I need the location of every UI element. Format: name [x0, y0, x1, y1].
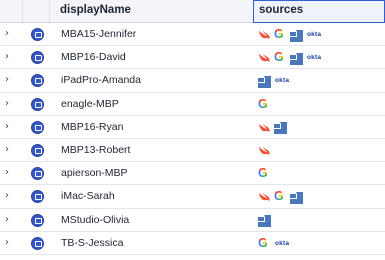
- device-icon: [31, 236, 44, 250]
- device-name[interactable]: MBP16-Ryan: [61, 121, 123, 133]
- grid-body: › MBA15-Jennifer Gokta › MBP16-David Gokta › iP…: [0, 23, 385, 255]
- column-header-displayname[interactable]: displayName: [60, 4, 131, 16]
- device-name[interactable]: MBP13-Robert: [61, 144, 130, 156]
- table-row[interactable]: › apierson-MBP G: [0, 162, 385, 186]
- swift-icon: [258, 28, 271, 41]
- jamf-icon: [258, 75, 271, 88]
- google-icon: G: [274, 189, 284, 204]
- jamf-icon: [290, 29, 303, 42]
- chevron-right-icon[interactable]: ›: [5, 74, 9, 85]
- device-icon: [31, 51, 44, 65]
- column-header-sources[interactable]: sources: [253, 0, 385, 23]
- jamf-icon: [258, 214, 271, 227]
- table-row[interactable]: › MStudio-Olivia: [0, 208, 385, 232]
- grid-header: displayName sources: [0, 0, 385, 23]
- device-icon: [31, 120, 44, 134]
- swift-icon: [258, 121, 271, 134]
- chevron-right-icon[interactable]: ›: [5, 98, 9, 109]
- device-icon: [31, 74, 44, 88]
- device-name[interactable]: MBP16-David: [61, 51, 126, 63]
- table-row[interactable]: › TB-S-Jessica Gokta: [0, 231, 385, 255]
- table-row[interactable]: › MBA15-Jennifer Gokta: [0, 23, 385, 47]
- chevron-right-icon[interactable]: ›: [5, 190, 9, 201]
- okta-logo: okta: [307, 54, 322, 62]
- okta-logo: okta: [307, 31, 322, 38]
- device-name[interactable]: TB-S-Jessica: [61, 237, 123, 249]
- chevron-right-icon[interactable]: ›: [5, 51, 9, 62]
- device-icon: [31, 28, 44, 41]
- column-divider[interactable]: [22, 0, 23, 22]
- table-row[interactable]: › MBP16-Ryan: [0, 115, 385, 139]
- table-row[interactable]: › enagle-MBP G: [0, 92, 385, 116]
- column-divider[interactable]: [49, 0, 50, 22]
- google-icon: G: [258, 235, 268, 250]
- device-name[interactable]: enagle-MBP: [61, 98, 119, 110]
- source-icons: G: [258, 189, 303, 204]
- device-name[interactable]: iPadPro-Amanda: [61, 74, 141, 86]
- device-icon: [31, 213, 44, 227]
- device-icon: [31, 143, 44, 157]
- source-icons: [258, 144, 271, 157]
- okta-logo: okta: [275, 77, 290, 85]
- device-grid: displayName sources › MBA15-Jennifer Gokta…: [0, 0, 385, 260]
- source-icons: G: [258, 166, 271, 181]
- device-name[interactable]: MBA15-Jennifer: [61, 28, 136, 40]
- source-icons: Gokta: [258, 27, 322, 42]
- source-icons: G: [258, 96, 271, 111]
- device-name[interactable]: MStudio-Olivia: [61, 214, 129, 226]
- jamf-icon: [290, 191, 303, 204]
- source-icons: okta: [258, 74, 290, 88]
- chevron-right-icon[interactable]: ›: [5, 237, 9, 248]
- column-header-sources-label: sources: [259, 4, 304, 16]
- chevron-right-icon[interactable]: ›: [5, 28, 9, 39]
- device-icon: [31, 190, 44, 204]
- swift-icon: [258, 51, 271, 64]
- chevron-right-icon[interactable]: ›: [5, 167, 9, 178]
- google-icon: G: [274, 27, 284, 41]
- jamf-icon: [290, 52, 303, 65]
- chevron-right-icon[interactable]: ›: [5, 121, 9, 132]
- device-name[interactable]: apierson-MBP: [61, 167, 128, 179]
- source-icons: Gokta: [258, 235, 290, 250]
- device-icon: [31, 97, 44, 111]
- device-name[interactable]: iMac-Sarah: [61, 190, 115, 202]
- jamf-icon: [274, 121, 287, 135]
- chevron-right-icon[interactable]: ›: [5, 144, 9, 155]
- google-icon: G: [258, 96, 268, 111]
- swift-icon: [258, 144, 271, 157]
- table-row[interactable]: › MBP16-David Gokta: [0, 46, 385, 70]
- source-icons: [258, 121, 287, 135]
- chevron-right-icon[interactable]: ›: [5, 214, 9, 225]
- swift-icon: [258, 190, 271, 203]
- source-icons: [258, 214, 271, 227]
- google-icon: G: [274, 50, 284, 65]
- source-icons: Gokta: [258, 50, 322, 65]
- google-icon: G: [258, 166, 268, 181]
- table-row[interactable]: › MBP13-Robert: [0, 138, 385, 163]
- table-row[interactable]: › iPadPro-Amanda okta: [0, 69, 385, 93]
- okta-logo: okta: [275, 239, 290, 247]
- table-row[interactable]: › iMac-Sarah G: [0, 185, 385, 209]
- device-icon: [31, 167, 44, 181]
